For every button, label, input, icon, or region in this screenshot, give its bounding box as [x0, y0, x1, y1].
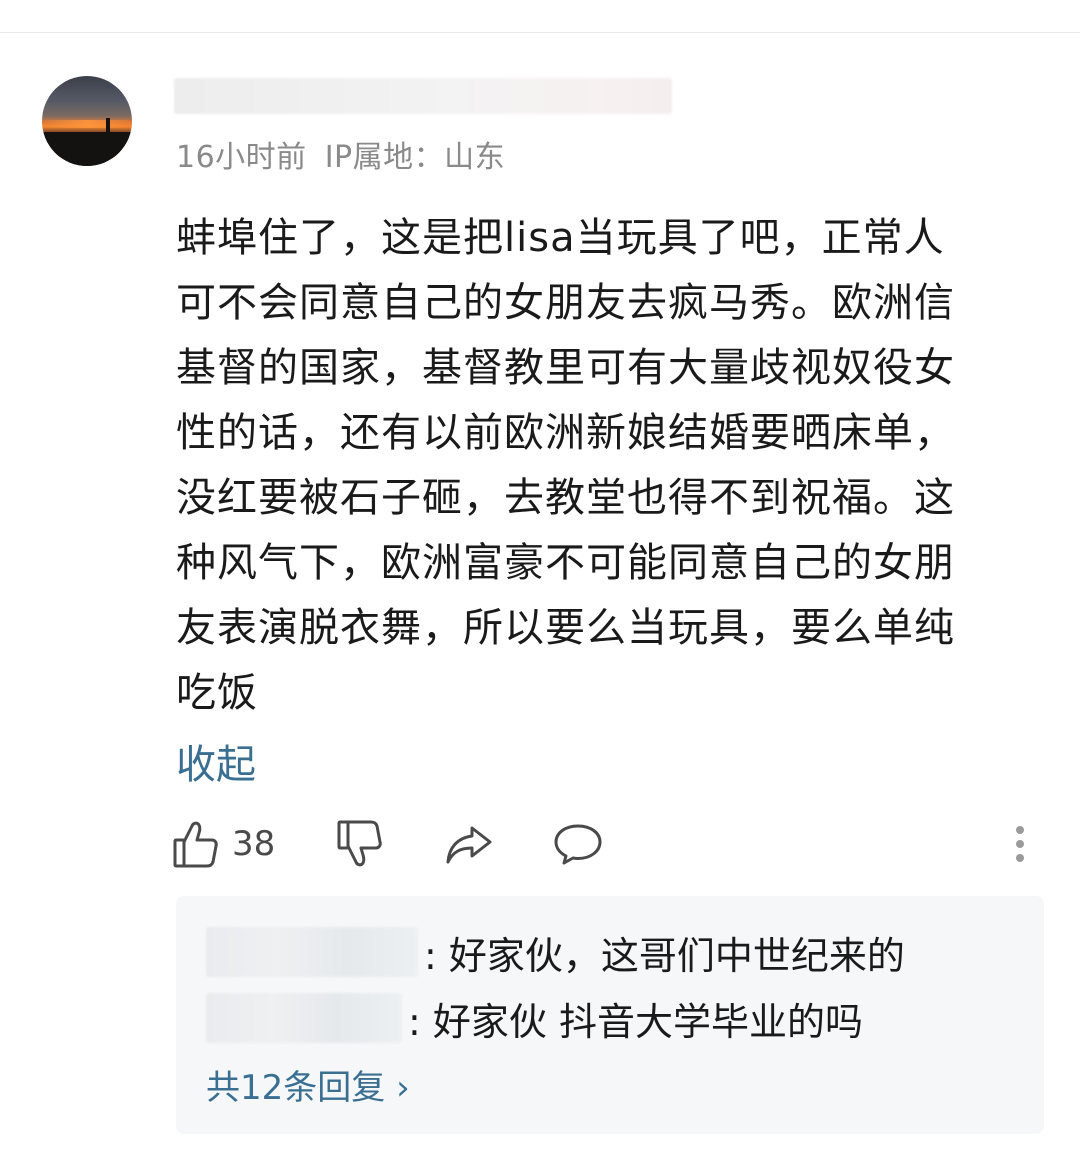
reply-author-redacted[interactable]: [206, 927, 418, 977]
comment-line: 友表演脱衣舞，所以要么当玩具，要么单纯: [176, 605, 955, 651]
like-button[interactable]: 38: [172, 814, 275, 874]
thumbs-up-icon: [172, 818, 220, 870]
thumbs-down-icon: [336, 818, 384, 870]
comment-icon: [552, 822, 604, 866]
reply-item[interactable]: : 好家伙 抖音大学毕业的吗: [206, 992, 863, 1044]
action-bar: 38: [0, 814, 1080, 874]
comment-line: 基督的国家，基督教里可有大量歧视奴役女: [176, 345, 955, 391]
comment-line: 可不会同意自己的女朋友去疯马秀。欧洲信: [176, 280, 955, 326]
avatar[interactable]: [42, 76, 132, 166]
reply-text: : 好家伙 抖音大学毕业的吗: [408, 999, 863, 1044]
reply-text: : 好家伙，这哥们中世纪来的: [424, 933, 905, 978]
comment-line: 没红要被石子砸，去教堂也得不到祝福。这: [176, 475, 955, 521]
ip-location: IP属地：山东: [324, 140, 506, 175]
more-vertical-icon: [1008, 822, 1032, 866]
like-count: 38: [232, 824, 276, 864]
more-options-button[interactable]: [1008, 814, 1032, 874]
top-divider: [0, 32, 1080, 33]
comment-line: 种风气下，欧洲富豪不可能同意自己的女朋: [176, 540, 955, 586]
timestamp: 16小时前: [176, 140, 307, 175]
reply-author-redacted[interactable]: [206, 993, 402, 1043]
replies-preview[interactable]: : 好家伙，这哥们中世纪来的 : 好家伙 抖音大学毕业的吗 共12条回复 ›: [176, 896, 1044, 1134]
username-redacted[interactable]: [174, 78, 672, 114]
reply-item[interactable]: : 好家伙，这哥们中世纪来的: [206, 926, 905, 978]
share-button[interactable]: [444, 814, 494, 874]
share-icon: [444, 822, 494, 866]
reply-button[interactable]: [552, 814, 604, 874]
comment-meta: 16小时前 IP属地：山东: [176, 132, 505, 176]
dislike-button[interactable]: [336, 814, 384, 874]
comment-line: 蚌埠住了，这是把lisa当玩具了吧，正常人: [176, 215, 945, 261]
comment-text: 蚌埠住了，这是把lisa当玩具了吧，正常人 可不会同意自己的女朋友去疯马秀。欧洲…: [176, 206, 1046, 726]
comment-line: 性的话，还有以前欧洲新娘结婚要晒床单，: [176, 410, 955, 456]
view-all-replies-link[interactable]: 共12条回复 ›: [206, 1060, 410, 1109]
collapse-link[interactable]: 收起: [176, 732, 256, 790]
comment-line: 吃饭: [176, 670, 258, 716]
